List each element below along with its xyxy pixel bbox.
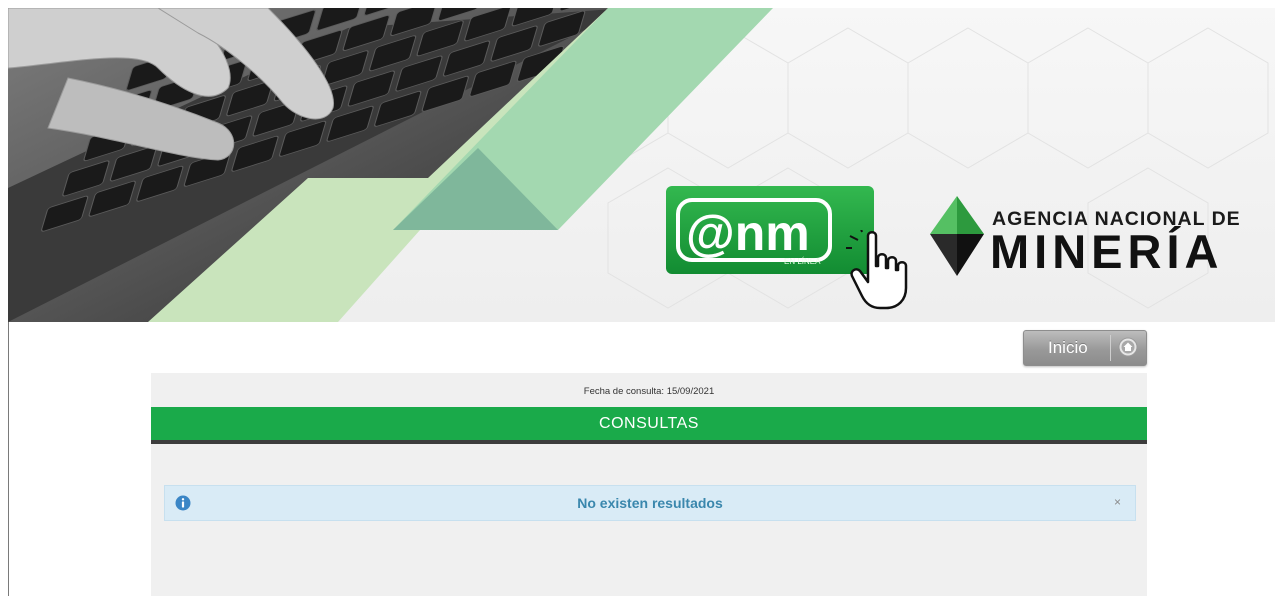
fecha-label: Fecha de consulta: — [583, 386, 665, 397]
inicio-separator — [1110, 335, 1111, 361]
header-banner: @nm EN LÍNEA AGENCIA NACIONAL DE MINERÍA — [8, 8, 1275, 322]
hand-cursor-icon — [846, 230, 908, 310]
info-alert: No existen resultados × — [164, 485, 1136, 521]
inicio-button[interactable]: Inicio — [1023, 330, 1147, 366]
inicio-label: Inicio — [1048, 338, 1088, 357]
anm-logo-subtext: EN LÍNEA — [784, 257, 821, 266]
agency-name-line2: MINERÍA — [990, 225, 1224, 278]
section-header: CONSULTAS — [151, 407, 1147, 444]
fecha-value: 15/09/2021 — [666, 386, 715, 397]
agency-logo: AGENCIA NACIONAL DE MINERÍA — [928, 194, 1268, 280]
keyboard-photo — [8, 8, 608, 322]
left-border — [8, 322, 9, 596]
diamond-icon — [930, 196, 984, 276]
anm-logo-text: @nm — [686, 205, 810, 261]
section-title: CONSULTAS — [599, 415, 699, 432]
close-icon[interactable]: × — [1114, 495, 1121, 509]
consultas-panel: Fecha de consulta: 15/09/2021 CONSULTAS … — [151, 373, 1147, 596]
alert-message: No existen resultados — [577, 495, 723, 511]
fecha-consulta: Fecha de consulta: 15/09/2021 — [151, 386, 1147, 397]
home-icon — [1118, 337, 1138, 357]
